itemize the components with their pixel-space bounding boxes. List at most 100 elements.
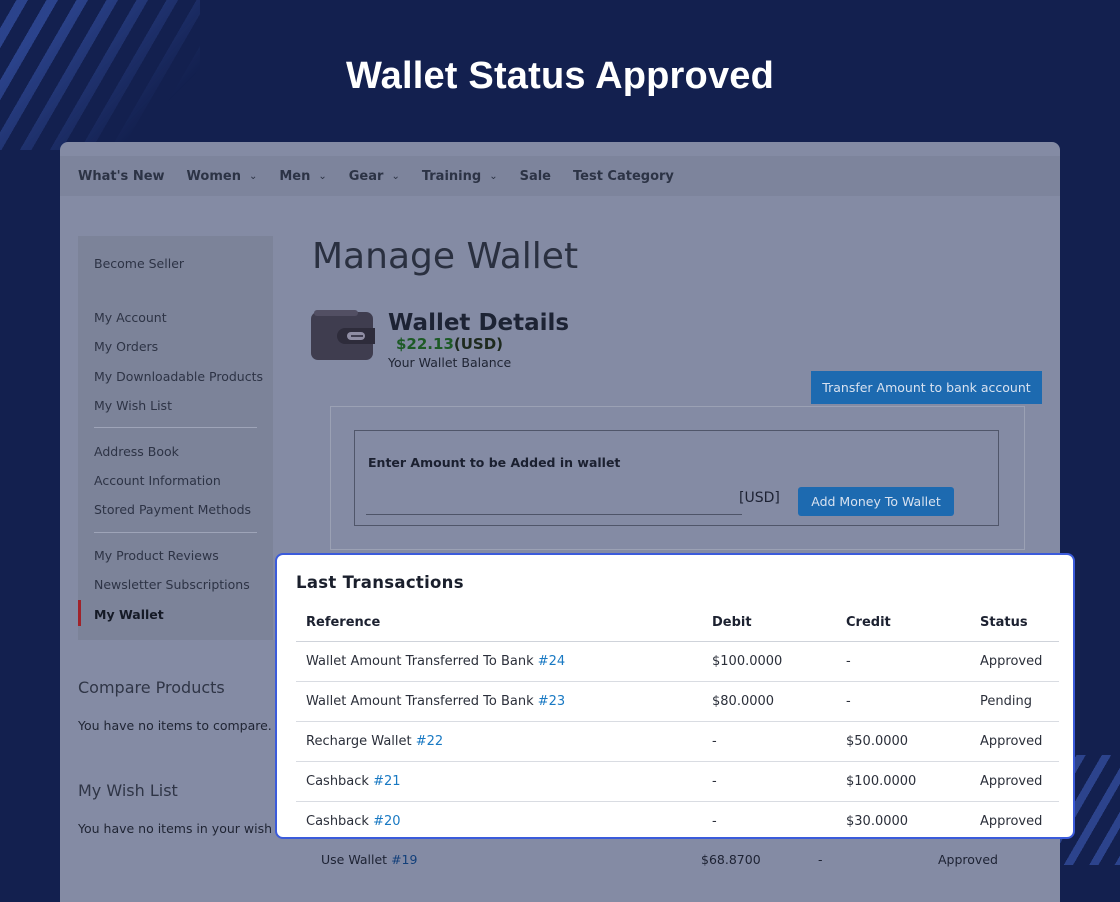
- sidebar-item-my-orders[interactable]: My Orders: [94, 339, 158, 354]
- chevron-down-icon: ⌄: [489, 170, 498, 182]
- nav-label: Gear: [348, 168, 384, 184]
- cell-debit: $100.0000: [702, 641, 836, 682]
- add-money-button[interactable]: Add Money To Wallet: [798, 487, 954, 516]
- cell-credit: $100.0000: [836, 761, 970, 802]
- dimmed-row-reference: Use Wallet #19: [321, 852, 417, 867]
- cell-debit: -: [702, 721, 836, 762]
- nav-label: Test Category: [573, 168, 674, 184]
- reference-text: Wallet Amount Transferred To Bank: [306, 694, 534, 709]
- wallet-balance-label: Your Wallet Balance: [388, 355, 512, 370]
- nav-label: What's New: [78, 168, 165, 184]
- transactions-table: Reference Debit Credit Status Wallet Amo…: [296, 603, 1059, 837]
- reference-text: Cashback: [306, 814, 369, 829]
- cell-status: Approved: [970, 801, 1059, 837]
- compare-products-heading: Compare Products: [78, 678, 225, 697]
- nav-item-whats-new[interactable]: What's New: [78, 169, 165, 184]
- sidebar-item-my-downloadable-products[interactable]: My Downloadable Products: [94, 369, 263, 384]
- cell-credit: -: [836, 641, 970, 682]
- table-row: Cashback #20 - $30.0000 Approved: [296, 801, 1059, 837]
- sidebar-divider: [94, 532, 257, 533]
- page-title: Manage Wallet: [312, 236, 579, 277]
- transfer-to-bank-button[interactable]: Transfer Amount to bank account: [811, 371, 1042, 404]
- sidebar-divider: [94, 427, 257, 428]
- nav-item-women[interactable]: Women ⌄: [187, 169, 258, 184]
- sidebar-item-address-book[interactable]: Address Book: [94, 444, 179, 459]
- sidebar-item-stored-payment-methods[interactable]: Stored Payment Methods: [94, 502, 251, 517]
- reference-text: Wallet Amount Transferred To Bank: [306, 654, 534, 669]
- wallet-balance-amount: $22.13(USD): [396, 335, 503, 353]
- nav-label: Women: [186, 168, 241, 184]
- table-row: Wallet Amount Transferred To Bank #23 $8…: [296, 681, 1059, 722]
- chevron-down-icon: ⌄: [391, 170, 400, 182]
- nav-item-sale[interactable]: Sale: [520, 169, 551, 184]
- cell-reference: Cashback #20: [296, 801, 702, 837]
- reference-text: Recharge Wallet: [306, 734, 412, 749]
- dimmed-row-debit: $68.8700: [701, 852, 761, 867]
- cell-status: Approved: [970, 721, 1059, 762]
- wish-list-heading: My Wish List: [78, 781, 178, 800]
- nav-item-test-category[interactable]: Test Category: [573, 169, 674, 184]
- cell-status: Pending: [970, 681, 1059, 722]
- dimmed-row-credit: -: [818, 852, 823, 867]
- headline: Wallet Status Approved: [345, 55, 775, 97]
- sidebar-item-my-wallet[interactable]: My Wallet: [94, 607, 164, 622]
- column-header-credit: Credit: [836, 603, 970, 642]
- wallet-balance-currency: (USD): [453, 335, 504, 353]
- transaction-link[interactable]: #23: [538, 694, 565, 709]
- column-header-status: Status: [970, 603, 1059, 642]
- cell-debit: -: [702, 801, 836, 837]
- amount-field-label: Enter Amount to be Added in wallet: [368, 455, 621, 470]
- sidebar-item-my-account[interactable]: My Account: [94, 310, 167, 325]
- cell-status: Approved: [970, 641, 1059, 682]
- cell-credit: $50.0000: [836, 721, 970, 762]
- cell-credit: -: [836, 681, 970, 722]
- transaction-link[interactable]: #19: [391, 852, 417, 867]
- column-header-reference: Reference: [296, 603, 702, 642]
- transaction-link[interactable]: #22: [416, 734, 443, 749]
- reference-text: Cashback: [306, 774, 369, 789]
- active-item-marker: [78, 600, 81, 626]
- nav-label: Training: [421, 168, 482, 184]
- cell-debit: -: [702, 761, 836, 802]
- cell-reference: Cashback #21: [296, 761, 702, 802]
- cell-reference: Wallet Amount Transferred To Bank #23: [296, 681, 702, 722]
- nav-label: Men: [279, 168, 311, 184]
- wish-list-text: You have no items in your wish lis: [78, 821, 290, 836]
- amount-input[interactable]: [366, 488, 742, 515]
- table-row: Recharge Wallet #22 - $50.0000 Approved: [296, 721, 1059, 762]
- nav-label: Sale: [519, 168, 551, 184]
- table-row: Wallet Amount Transferred To Bank #24 $1…: [296, 641, 1059, 682]
- row-reference-text: Use Wallet: [321, 852, 388, 867]
- sidebar-item-account-information[interactable]: Account Information: [94, 473, 221, 488]
- cell-debit: $80.0000: [702, 681, 836, 722]
- wallet-balance-value: $22.13: [396, 335, 454, 353]
- table-header-row: Reference Debit Credit Status: [296, 603, 1059, 642]
- last-transactions-card: Last Transactions Reference Debit Credit…: [275, 553, 1075, 839]
- transaction-link[interactable]: #21: [373, 774, 400, 789]
- wallet-details-title: Wallet Details: [388, 310, 570, 336]
- dimmed-row-status: Approved: [938, 852, 998, 867]
- nav-item-gear[interactable]: Gear ⌄: [349, 169, 400, 184]
- chevron-down-icon: ⌄: [318, 170, 327, 182]
- transaction-link[interactable]: #24: [538, 654, 565, 669]
- cell-status: Approved: [970, 761, 1059, 802]
- last-transactions-title: Last Transactions: [296, 573, 464, 592]
- compare-products-text: You have no items to compare.: [78, 718, 272, 733]
- sidebar-item-become-seller[interactable]: Become Seller: [94, 256, 184, 271]
- sidebar-item-my-wish-list[interactable]: My Wish List: [94, 398, 172, 413]
- wallet-icon: [311, 310, 375, 360]
- top-navigation: What's New Women ⌄ Men ⌄ Gear ⌄ Training ⌄ S…: [60, 156, 1060, 196]
- currency-label: [USD]: [739, 490, 780, 506]
- nav-item-men[interactable]: Men ⌄: [279, 169, 326, 184]
- account-sidebar: Become Seller My Account My Orders My Do…: [78, 236, 273, 640]
- chevron-down-icon: ⌄: [248, 170, 258, 182]
- column-header-debit: Debit: [702, 603, 836, 642]
- sidebar-item-newsletter-subscriptions[interactable]: Newsletter Subscriptions: [94, 577, 250, 592]
- cell-reference: Recharge Wallet #22: [296, 721, 702, 762]
- transaction-link[interactable]: #20: [373, 814, 400, 829]
- sidebar-item-my-product-reviews[interactable]: My Product Reviews: [94, 548, 219, 563]
- cell-reference: Wallet Amount Transferred To Bank #24: [296, 641, 702, 682]
- table-row: Cashback #21 - $100.0000 Approved: [296, 761, 1059, 802]
- nav-item-training[interactable]: Training ⌄: [422, 169, 498, 184]
- cell-credit: $30.0000: [836, 801, 970, 837]
